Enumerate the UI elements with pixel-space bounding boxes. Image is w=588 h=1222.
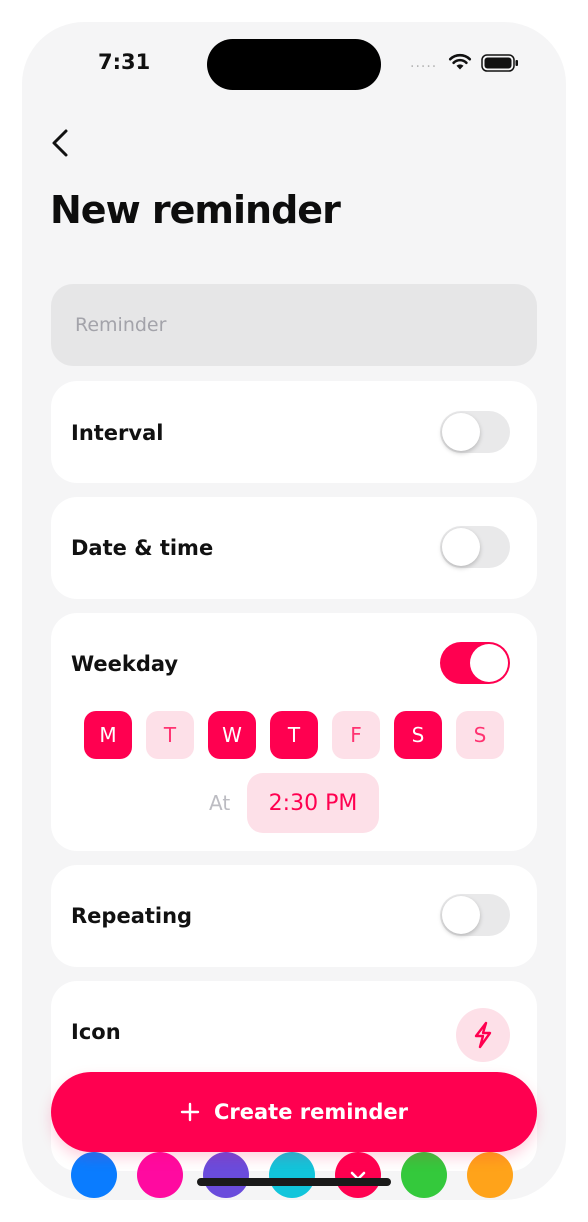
day-tuesday[interactable]: T <box>146 711 194 759</box>
battery-icon <box>481 54 518 72</box>
plus-icon <box>180 1102 200 1122</box>
at-label: At <box>209 791 231 815</box>
phone-screen: 7:31 ..... New reminder Interval Date & … <box>22 22 566 1200</box>
weekday-picker: M T W T F S S <box>84 711 504 759</box>
color-swatch-purple[interactable] <box>203 1152 249 1198</box>
toggle-knob <box>442 896 480 934</box>
reminder-input[interactable] <box>51 284 537 366</box>
repeating-toggle[interactable] <box>440 894 510 936</box>
toggle-knob <box>470 644 508 682</box>
day-monday[interactable]: M <box>84 711 132 759</box>
icon-label: Icon <box>71 1020 121 1044</box>
repeating-label: Repeating <box>71 904 193 928</box>
time-button[interactable]: 2:30 PM <box>247 773 379 833</box>
day-wednesday[interactable]: W <box>208 711 256 759</box>
cellular-signal-icon: ..... <box>410 55 438 71</box>
color-swatch-orange[interactable] <box>467 1152 513 1198</box>
weekday-toggle[interactable] <box>440 642 510 684</box>
date-time-card: Date & time <box>51 497 537 599</box>
back-chevron-icon[interactable] <box>48 125 78 161</box>
color-swatch-red[interactable] <box>335 1152 381 1198</box>
day-saturday[interactable]: S <box>394 711 442 759</box>
toggle-knob <box>442 528 480 566</box>
lightning-bolt-icon <box>474 1021 492 1049</box>
interval-toggle[interactable] <box>440 411 510 453</box>
home-indicator <box>197 1178 391 1186</box>
date-time-toggle[interactable] <box>440 526 510 568</box>
create-reminder-label: Create reminder <box>213 1100 409 1124</box>
interval-label: Interval <box>71 421 164 445</box>
color-swatches <box>71 1152 513 1198</box>
create-reminder-button[interactable]: Create reminder <box>51 1072 537 1152</box>
wifi-icon <box>448 53 472 70</box>
color-swatch-blue[interactable] <box>71 1152 117 1198</box>
toggle-knob <box>442 413 480 451</box>
color-swatch-green[interactable] <box>401 1152 447 1198</box>
interval-card: Interval <box>51 381 537 483</box>
day-friday[interactable]: F <box>332 711 380 759</box>
color-swatch-cyan[interactable] <box>269 1152 315 1198</box>
weekday-card: Weekday M T W T F S S At 2:30 PM <box>51 613 537 851</box>
dynamic-island <box>207 39 381 90</box>
date-time-label: Date & time <box>71 536 214 560</box>
status-time: 7:31 <box>98 50 151 74</box>
page-title: New reminder <box>50 188 341 232</box>
repeating-card: Repeating <box>51 865 537 967</box>
weekday-label: Weekday <box>71 652 179 676</box>
day-sunday[interactable]: S <box>456 711 504 759</box>
color-swatch-magenta[interactable] <box>137 1152 183 1198</box>
icon-picker-button[interactable] <box>456 1008 510 1062</box>
day-thursday[interactable]: T <box>270 711 318 759</box>
